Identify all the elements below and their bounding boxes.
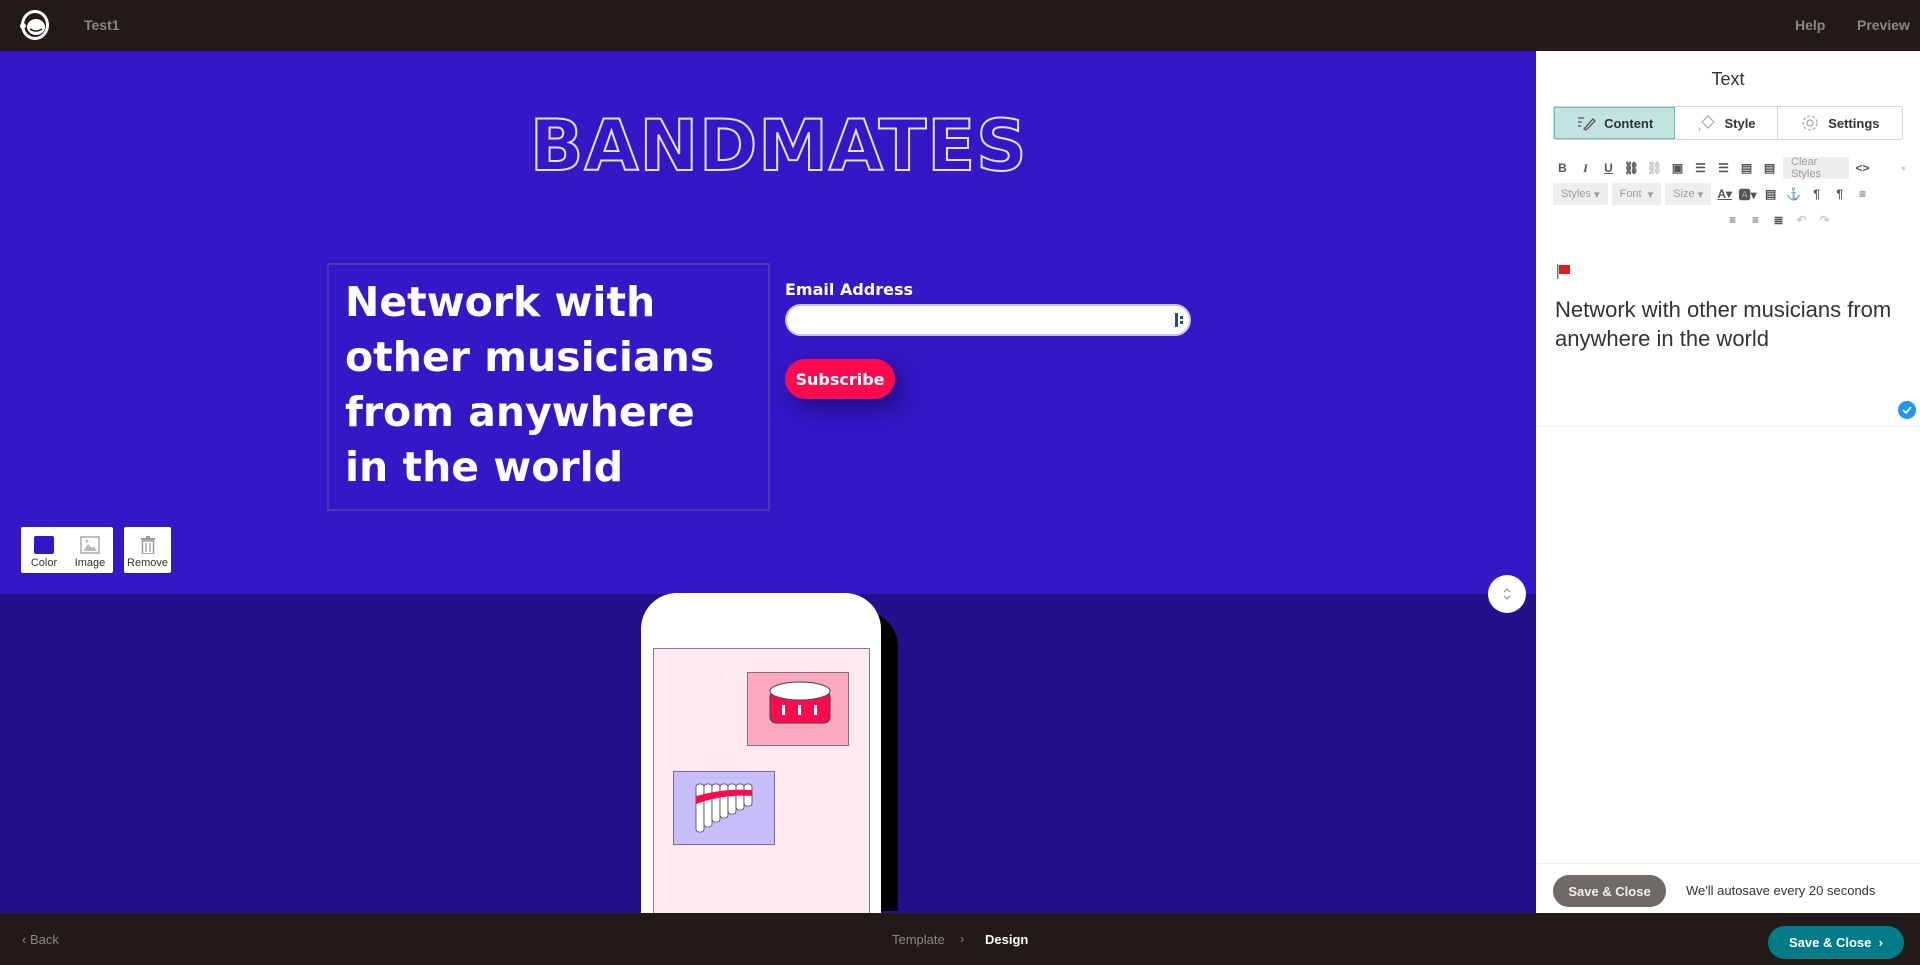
tab-settings-label: Settings xyxy=(1828,115,1880,131)
text-color-icon[interactable]: A▾ xyxy=(1715,183,1734,205)
text-editor[interactable]: Network with other musicians from anywhe… xyxy=(1555,295,1895,353)
chevron-right-icon: › xyxy=(1878,935,1883,950)
unlink-icon[interactable]: ⛓ xyxy=(1645,157,1664,179)
hero-section[interactable]: BANDMATES Network with other musicians f… xyxy=(0,51,1536,594)
breadcrumb-template[interactable]: Template xyxy=(892,932,945,947)
subscribe-button[interactable]: Subscribe xyxy=(785,359,895,399)
color-label: Color xyxy=(30,557,58,569)
font-dropdown[interactable]: Font ▾ xyxy=(1611,183,1662,205)
email-canvas: BANDMATES Network with other musicians f… xyxy=(0,51,1536,913)
size-label: Size xyxy=(1673,188,1695,200)
chevron-up-down-icon xyxy=(1503,588,1511,600)
anchor-icon[interactable]: ⚓ xyxy=(1784,183,1803,205)
background-color-icon[interactable]: 🅰▾ xyxy=(1738,183,1757,205)
remove-label: Remove xyxy=(127,557,168,569)
flag-icon xyxy=(1557,264,1570,279)
panel-title: Text xyxy=(1711,69,1745,89)
brand-logo-text[interactable]: BANDMATES xyxy=(529,104,1028,188)
align-justify-icon[interactable]: ≣ xyxy=(1769,209,1788,231)
back-link[interactable]: ‹ Back xyxy=(22,932,59,947)
image-label: Image xyxy=(74,557,106,569)
align-center-icon[interactable]: ≡ xyxy=(1723,209,1742,231)
tab-settings[interactable]: Settings xyxy=(1778,107,1902,139)
headline-text-block[interactable]: Network with other musicians from anywhe… xyxy=(327,263,770,511)
pan-flute-icon xyxy=(695,783,753,833)
horizontal-rule-icon[interactable]: ▤ xyxy=(1761,183,1780,205)
align-left-icon[interactable]: ≡ xyxy=(1853,183,1872,205)
panel-footer: Save & Close We'll autosave every 20 sec… xyxy=(1536,863,1920,913)
remove-background-button[interactable]: Remove xyxy=(124,527,171,573)
tab-content[interactable]: Content xyxy=(1554,107,1676,139)
chevron-left-icon: ‹ xyxy=(22,932,30,947)
tab-style[interactable]: Style xyxy=(1675,107,1778,139)
background-color-button[interactable]: Color xyxy=(21,527,67,573)
link-icon[interactable]: ⛓ xyxy=(1622,157,1641,179)
clear-styles-button[interactable]: Clear Styles xyxy=(1783,156,1849,180)
background-image-button[interactable]: Image xyxy=(67,527,113,573)
rtl-icon[interactable]: ¶ xyxy=(1830,183,1849,205)
password-manager-icon[interactable] xyxy=(1175,313,1185,327)
drum-icon xyxy=(769,681,831,724)
headline: Network with other musicians from anywhe… xyxy=(345,278,715,491)
back-label: Back xyxy=(29,932,59,947)
mailchimp-logo-icon[interactable] xyxy=(15,5,53,43)
panflute-chat-bubble xyxy=(673,771,775,845)
grammar-check-icon[interactable] xyxy=(1898,401,1916,419)
bold-button[interactable]: B xyxy=(1553,157,1572,179)
panel-tabs: Content Style Settings xyxy=(1553,106,1903,140)
ordered-list-icon[interactable]: ☰ xyxy=(1691,157,1710,179)
paste-icon[interactable]: ▤ xyxy=(1737,157,1756,179)
color-swatch-icon xyxy=(34,536,54,554)
background-tools: Color Image xyxy=(21,527,113,573)
drum-chat-bubble xyxy=(747,672,849,746)
rich-text-toolbar: B I U ⛓ ⛓ ▣ ☰ ☰ ▤ ▤ Clear Styles <> ▪ St… xyxy=(1553,155,1913,233)
section-reorder-button[interactable] xyxy=(1488,575,1526,613)
campaign-title: Test1 xyxy=(84,17,120,33)
paint-bucket-icon xyxy=(1699,115,1716,132)
top-bar: Test1 Help Preview xyxy=(0,0,1920,51)
source-code-icon[interactable]: <> xyxy=(1853,157,1872,179)
text-block-panel: Text Content Style Settings B I U ⛓ ⛓ ▣ … xyxy=(1536,51,1920,913)
save-close-button[interactable]: Save & Close › xyxy=(1768,926,1904,959)
help-link[interactable]: Help xyxy=(1795,17,1825,33)
bottom-bar: ‹ Back Template › Design Save & Close › xyxy=(0,913,1920,965)
chevron-right-icon: › xyxy=(960,931,965,946)
email-input[interactable] xyxy=(785,304,1191,336)
styles-dropdown[interactable]: Styles ▾ xyxy=(1553,183,1608,205)
font-label: Font xyxy=(1619,188,1642,200)
align-right-icon[interactable]: ≡ xyxy=(1746,209,1765,231)
tab-content-label: Content xyxy=(1604,115,1654,131)
insert-image-icon[interactable]: ▣ xyxy=(1668,157,1687,179)
pencil-lines-icon xyxy=(1578,117,1597,131)
redo-icon[interactable]: ↷ xyxy=(1815,209,1834,231)
trash-icon xyxy=(140,536,155,554)
save-close-label: Save & Close xyxy=(1789,935,1872,950)
styles-label: Styles xyxy=(1561,188,1591,200)
size-dropdown[interactable]: Size ▾ xyxy=(1665,183,1712,205)
panel-save-close-button[interactable]: Save & Close xyxy=(1553,875,1666,907)
editor-divider xyxy=(1536,426,1920,427)
underline-button[interactable]: U xyxy=(1599,157,1618,179)
breadcrumb-design: Design xyxy=(985,932,1029,947)
ltr-icon[interactable]: ¶ xyxy=(1807,183,1826,205)
tab-style-label: Style xyxy=(1724,115,1756,131)
collapse-toolbar-icon[interactable]: ▪ xyxy=(1894,157,1913,179)
undo-icon[interactable]: ↶ xyxy=(1792,209,1811,231)
bullet-list-icon[interactable]: ☰ xyxy=(1714,157,1733,179)
preview-link[interactable]: Preview xyxy=(1857,17,1910,33)
autosave-note: We'll autosave every 20 seconds xyxy=(1686,883,1876,898)
email-label: Email Address xyxy=(785,280,914,299)
italic-button[interactable]: I xyxy=(1576,157,1595,179)
image-icon xyxy=(80,536,100,554)
gear-icon xyxy=(1802,115,1818,131)
paste-text-icon[interactable]: ▤ xyxy=(1760,157,1779,179)
